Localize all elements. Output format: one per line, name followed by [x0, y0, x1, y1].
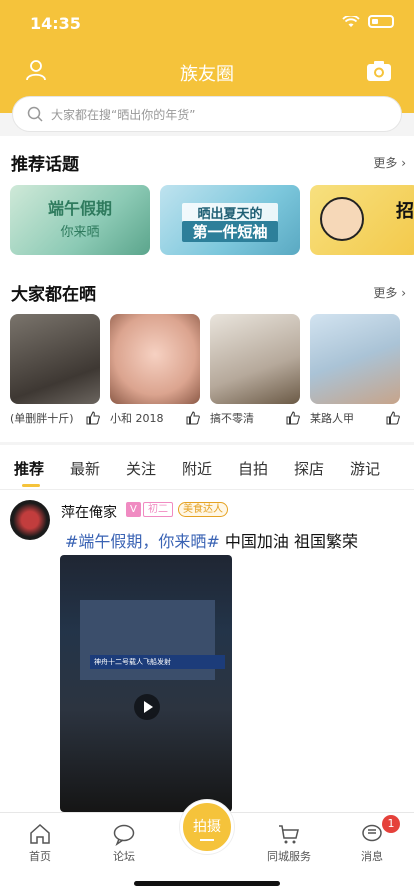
topic-subtitle: 你来晒 — [60, 225, 100, 240]
level-badge: 初二 — [143, 502, 173, 517]
topic-card-shortsleeve[interactable]: 晒出夏天的 第一件短袖 — [160, 185, 300, 255]
post-author: 某路人甲 — [310, 412, 354, 425]
topic-title: 招 — [396, 201, 414, 222]
topic-subtitle: 第一件短袖 — [182, 221, 278, 242]
cart-icon — [279, 825, 299, 844]
avatar[interactable] — [10, 500, 50, 540]
nav-local-service[interactable]: 同城服务 — [259, 822, 319, 864]
posts-title: 大家都在晒 — [11, 285, 96, 305]
post-author: 搞不零清 — [210, 412, 254, 425]
topic-card-duanwu[interactable]: 端午假期 你来晒 — [10, 185, 150, 255]
topic-card-recruit[interactable]: 招 — [310, 185, 414, 255]
nav-local-service-label: 同城服务 — [267, 850, 311, 863]
feed-text: #端午假期，你来晒# 中国加油 祖国繁荣 — [65, 528, 358, 552]
nav-messages-label: 消息 — [361, 850, 383, 863]
tab-recommend[interactable]: 推荐 — [14, 458, 70, 479]
search-icon — [27, 106, 43, 122]
post-author: (单删胖十斤) — [10, 412, 74, 425]
like-icon[interactable] — [86, 411, 100, 425]
like-icon[interactable] — [286, 411, 300, 425]
topic-list: 端午假期 你来晒 晒出夏天的 第一件短袖 招 — [10, 185, 414, 255]
topics-more-link[interactable]: 更多 › — [373, 154, 406, 171]
topic-title: 晒出夏天的 — [182, 203, 278, 222]
post-image[interactable] — [310, 314, 400, 404]
notification-badge: 1 — [382, 815, 400, 833]
search-placeholder: 大家都在搜“晒出你的年货” — [51, 107, 196, 122]
nav-home-label: 首页 — [29, 850, 51, 863]
shoot-button[interactable]: 拍摄 — [180, 800, 234, 854]
search-input[interactable]: 大家都在搜“晒出你的年货” — [12, 96, 402, 132]
nav-home[interactable]: 首页 — [10, 822, 70, 864]
feed-video[interactable]: 神舟十二号载人飞船发射 — [60, 555, 232, 812]
post-item[interactable]: 某路人甲 — [310, 314, 400, 426]
food-expert-badge: 美食达人 — [178, 502, 228, 517]
chat-bubble-icon — [113, 824, 135, 846]
play-icon[interactable] — [134, 694, 160, 720]
tab-nearby[interactable]: 附近 — [182, 458, 238, 479]
like-icon[interactable] — [386, 411, 400, 425]
post-image[interactable] — [210, 314, 300, 404]
page-title: 族友圈 — [180, 64, 234, 85]
post-item[interactable]: 小和 2018 — [110, 314, 200, 426]
home-indicator — [134, 881, 280, 886]
tab-latest[interactable]: 最新 — [70, 458, 126, 479]
topic-title: 端午假期 — [47, 199, 112, 218]
video-caption: 神舟十二号载人飞船发射 — [90, 655, 225, 669]
home-icon — [30, 823, 50, 844]
status-time: 14:35 — [30, 14, 81, 33]
post-item[interactable]: 搞不零清 — [210, 314, 300, 426]
status-icons — [342, 15, 394, 28]
wifi-icon — [342, 15, 360, 27]
post-image[interactable] — [110, 314, 200, 404]
topic-tag[interactable]: #端午假期，你来晒# — [65, 532, 220, 551]
vip-badge: V — [126, 502, 141, 517]
post-image[interactable] — [10, 314, 100, 404]
battery-icon — [368, 15, 394, 28]
posts-more-link[interactable]: 更多 › — [373, 284, 406, 301]
tab-selfie[interactable]: 自拍 — [238, 458, 294, 479]
camera-icon[interactable] — [366, 60, 392, 82]
tab-following[interactable]: 关注 — [126, 458, 182, 479]
feed-author[interactable]: 萍在俺家 — [61, 502, 117, 522]
feed-tabs: 推荐 最新 关注 附近 自拍 探店 游记 — [14, 458, 406, 479]
topics-title: 推荐话题 — [11, 155, 79, 175]
post-item[interactable]: (单删胖十斤) — [10, 314, 100, 426]
nav-forum[interactable]: 论坛 — [94, 822, 154, 864]
tab-explore-shops[interactable]: 探店 — [294, 458, 350, 479]
active-tab-indicator — [22, 484, 40, 487]
feed-body: 中国加油 祖国繁荣 — [219, 532, 359, 551]
like-icon[interactable] — [186, 411, 200, 425]
nav-forum-label: 论坛 — [113, 850, 135, 863]
shoot-label: 拍摄 — [193, 819, 221, 835]
cartoon-face-image — [320, 197, 364, 241]
post-list: (单删胖十斤) 小和 2018 搞不零清 某路人甲 — [10, 314, 400, 426]
tab-travel-notes[interactable]: 游记 — [350, 458, 406, 479]
message-icon — [362, 824, 382, 842]
post-author: 小和 2018 — [110, 412, 164, 425]
